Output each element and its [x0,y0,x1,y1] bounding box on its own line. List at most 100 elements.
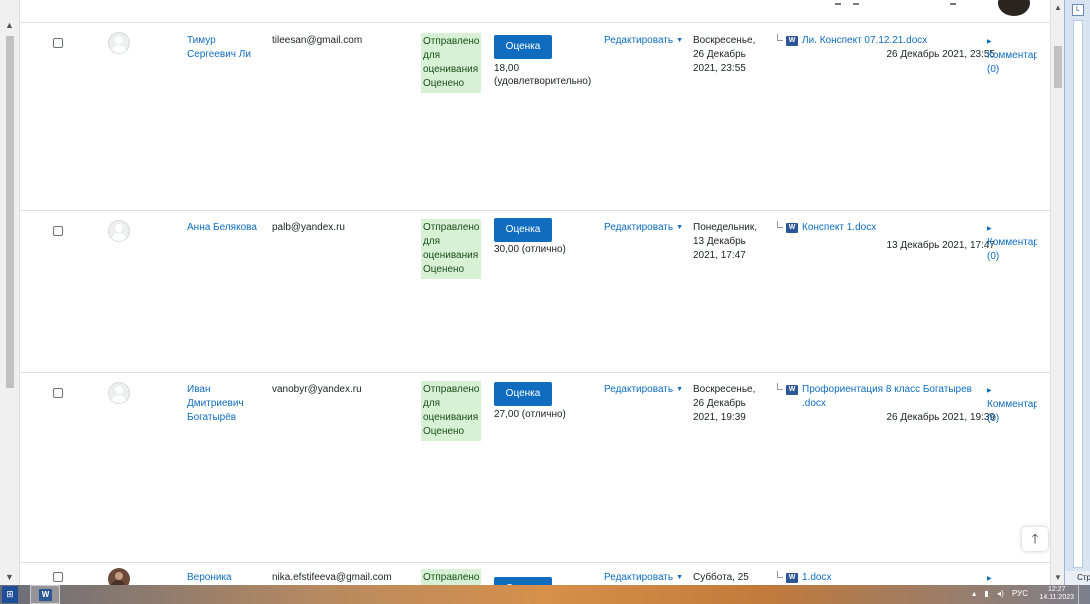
grade-value: 30,00 (отлично) [494,244,566,255]
word-file-icon: W [786,36,798,46]
comments-link[interactable]: ▶ Комментарии (0) [987,34,1037,77]
caret-right-icon: ▶ [987,576,992,582]
comments-link[interactable]: ▶ [987,571,1037,585]
edit-dropdown[interactable]: Редактировать ▼ [604,383,683,397]
word-side-panel: L Стр [1064,0,1090,585]
tree-connector-icon [777,383,783,390]
show-desktop-button[interactable] [1078,585,1090,604]
comments-link[interactable]: ▶ Комментарии (0) [987,383,1037,426]
caret-right-icon: ▶ [987,39,992,45]
status-badge: Отправлено для оценивания Оценено [421,33,481,93]
email: palb@yandex.ru [272,222,345,233]
edit-label: Редактировать [604,384,674,395]
grade-button[interactable]: Оценка [494,218,552,242]
file-link[interactable]: 1.docx [802,571,992,585]
table-row: Тимур Сергеевич Ли tileesan@gmail.com От… [20,22,1050,210]
dash-icon [835,3,841,5]
caret-down-icon: ▼ [676,37,684,44]
avatar [108,382,130,404]
select-checkbox[interactable] [53,38,63,48]
scroll-up-arrow-icon[interactable]: ▲ [1054,3,1062,12]
tree-connector-icon [777,571,783,578]
avatar [108,32,130,54]
file-submission: W Конспект 1.docx 13 Декабрь 2021, 17:47 [777,221,995,255]
scrollbar-thumb[interactable] [6,36,14,388]
dash-icon [950,3,956,5]
submissions-table: … Тимур Сергеевич Ли tileesan@gmail.com … [20,0,1050,585]
volume-icon[interactable]: ◂) [997,589,1004,598]
file-date: 13 Декабрь 2021, 17:47 [886,240,996,251]
comments-label: Комментарии (0) [987,237,1037,262]
caret-right-icon: ▶ [987,388,992,394]
arrow-up-icon: 🡑 [1031,531,1039,546]
avatar [998,0,1030,16]
edit-dropdown[interactable]: Редактировать ▼ [604,34,683,48]
modified-date: Воскресенье, 26 Декабрь 2021, 19:39 [693,384,756,423]
file-date: 26 Декабрь 2021, 23:55 [886,49,996,60]
caret-right-icon: ▶ [987,226,992,232]
student-name-link[interactable]: Вероника [187,571,267,585]
select-checkbox[interactable] [53,226,63,236]
right-scrollbar[interactable]: ▲ ▼ [1050,0,1064,585]
student-name-link[interactable]: Иван Дмитриевич Богатырёв [187,383,267,425]
student-name-link[interactable]: Анна Белякова [187,221,277,235]
comments-label: Комментарии (0) [987,50,1037,75]
comments-link[interactable]: ▶ Комментарии (0) [987,221,1037,264]
clock-time: 12:27 [1047,586,1066,593]
grade-value: 18,00 (удовлетворительно) [494,63,592,87]
table-row: Анна Белякова palb@yandex.ru Отправлено … [20,210,1050,372]
vertical-ruler [1073,20,1083,568]
system-tray: ▴ ▮ ◂) РУС [966,589,1028,598]
avatar [108,568,130,585]
file-link[interactable]: Ли. Конспект 07.12.21.docx [802,34,992,48]
select-checkbox[interactable] [53,388,63,398]
email: vanobyr@yandex.ru [272,384,362,395]
left-scrollbar[interactable]: ▲ ▼ [0,0,20,585]
tray-arrow-icon[interactable]: ▴ [972,589,976,598]
caret-down-icon: ▼ [676,574,684,581]
language-indicator[interactable]: РУС [1012,589,1028,598]
scrollbar-thumb[interactable] [1054,46,1062,88]
file-link[interactable]: Профориентация 8 класс Богатырев .docx [802,383,992,411]
grade-button[interactable]: Оценка [494,382,552,406]
windows-start-icon[interactable]: ⊞ [2,586,18,603]
table-row: Вероника nika.efstifeeva@gmail.com Отпра… [20,562,1050,585]
edit-dropdown[interactable]: Редактировать ▼ [604,221,683,235]
word-file-icon: W [786,385,798,395]
comments-label: Комментарии (0) [987,399,1037,424]
grade-button[interactable]: Оценка [494,35,552,59]
table-row: Иван Дмитриевич Богатырёв vanobyr@yandex… [20,372,1050,562]
network-icon[interactable]: ▮ [984,589,988,598]
modified-date: Суббота, 25 [693,572,749,583]
word-file-icon: W [786,573,798,583]
back-to-top-button[interactable]: 🡑 [1022,527,1048,551]
email: nika.efstifeeva@gmail.com [272,572,392,583]
tree-connector-icon [777,34,783,41]
modified-date: Понедельник, 13 Декабрь 2021, 17:47 [693,222,757,261]
word-app-icon: W [39,589,52,601]
file-submission: W Профориентация 8 класс Богатырев .docx… [777,383,995,431]
scroll-up-arrow-icon[interactable]: ▲ [5,20,15,30]
student-name-link[interactable]: Тимур Сергеевич Ли [187,34,267,62]
caret-down-icon: ▼ [676,224,684,231]
grade-value: 27,00 (отлично) [494,409,566,420]
scroll-down-arrow-icon[interactable]: ▼ [1054,573,1062,582]
previous-row-fragment: … [20,0,1050,20]
scroll-down-arrow-icon[interactable]: ▼ [5,572,15,582]
clock[interactable]: 12:27 14.11.2023 [1039,586,1074,602]
grade-button[interactable]: Оценка [494,577,552,585]
select-checkbox[interactable] [53,572,63,582]
word-file-icon: W [786,223,798,233]
file-date: 26 Декабрь 2021, 19:39 [886,412,996,423]
taskbar: ⊞ W ▴ ▮ ◂) РУС 12:27 14.11.2023 [0,585,1090,604]
file-submission: W 1.docx [777,571,995,585]
ruler-toggle-icon[interactable]: L [1072,4,1084,16]
taskbar-word-app[interactable]: W [30,585,60,604]
file-link[interactable]: Конспект 1.docx [802,221,992,235]
edit-dropdown[interactable]: Редактировать ▼ [604,571,683,585]
tree-connector-icon [777,221,783,228]
avatar [108,220,130,242]
dash-icon [853,3,859,5]
file-submission: W Ли. Конспект 07.12.21.docx 26 Декабрь … [777,34,995,68]
edit-label: Редактировать [604,35,674,46]
